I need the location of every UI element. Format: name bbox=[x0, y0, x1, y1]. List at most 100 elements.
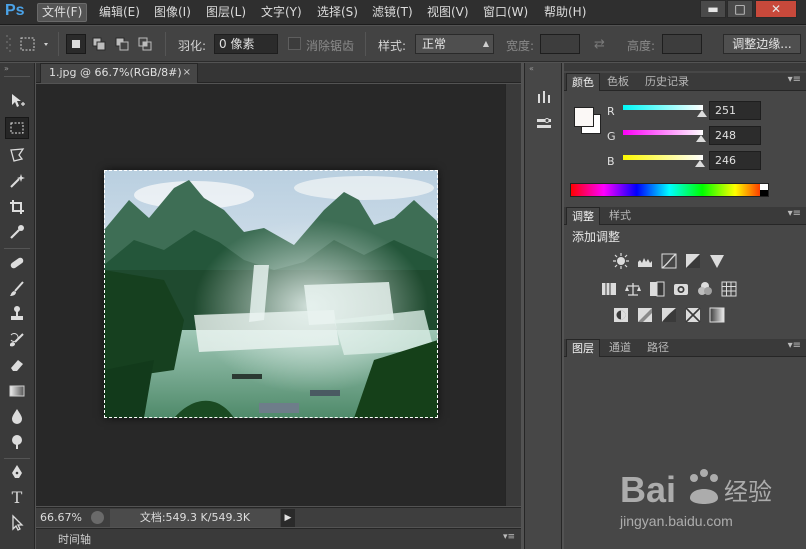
minimize-button[interactable]: ▬ bbox=[700, 0, 726, 18]
antialias-checkbox[interactable] bbox=[288, 37, 301, 50]
menu-edit[interactable]: 编辑(E) bbox=[95, 3, 144, 22]
red-slider[interactable] bbox=[623, 105, 707, 117]
menu-help[interactable]: 帮助(H) bbox=[540, 3, 590, 22]
selective-color-icon[interactable] bbox=[684, 307, 701, 323]
channel-mixer-icon[interactable] bbox=[696, 281, 713, 297]
brush-presets-icon[interactable] bbox=[532, 86, 556, 108]
timeline-bar: 时间轴 ▾≡ bbox=[36, 528, 521, 549]
threshold-icon[interactable] bbox=[660, 307, 677, 323]
menu-filter[interactable]: 滤镜(T) bbox=[368, 3, 417, 22]
menu-type[interactable]: 文字(Y) bbox=[257, 3, 306, 22]
menu-image[interactable]: 图像(I) bbox=[150, 3, 195, 22]
levels-icon[interactable] bbox=[636, 253, 653, 269]
photoshop-logo: Ps bbox=[5, 2, 25, 19]
history-brush-tool-icon[interactable] bbox=[5, 329, 29, 351]
refine-edge-button[interactable]: 调整边缘... bbox=[723, 34, 801, 54]
feather-input[interactable]: 0 像素 bbox=[214, 34, 278, 54]
tool-presets-icon[interactable] bbox=[532, 113, 556, 135]
clone-stamp-tool-icon[interactable] bbox=[5, 303, 29, 325]
path-selection-tool-icon[interactable] bbox=[5, 512, 29, 534]
document-image[interactable] bbox=[104, 170, 438, 418]
dodge-tool-icon[interactable] bbox=[5, 431, 29, 453]
menu-view[interactable]: 视图(V) bbox=[423, 3, 473, 22]
foreground-color-swatch-top[interactable] bbox=[574, 107, 594, 127]
menu-layer[interactable]: 图层(L) bbox=[202, 3, 250, 22]
black-swatch[interactable] bbox=[760, 190, 768, 196]
tab-paths[interactable]: 路径 bbox=[642, 339, 674, 357]
panel-menu-icon[interactable]: ▾≡ bbox=[788, 74, 801, 85]
blur-tool-icon[interactable] bbox=[5, 405, 29, 427]
separator bbox=[165, 32, 166, 56]
blue-slider[interactable] bbox=[623, 155, 706, 167]
tab-history[interactable]: 历史记录 bbox=[640, 73, 694, 91]
color-spectrum-bar[interactable] bbox=[570, 183, 769, 197]
panel-menu-icon[interactable]: ▾≡ bbox=[503, 532, 515, 542]
tab-color[interactable]: 颜色 bbox=[566, 73, 600, 91]
photo-filter-icon[interactable] bbox=[672, 281, 689, 297]
posterize-icon[interactable] bbox=[636, 307, 653, 323]
exposure-icon[interactable] bbox=[684, 253, 701, 269]
blue-value[interactable]: 246 bbox=[709, 151, 761, 170]
tool-preset-picker[interactable] bbox=[18, 35, 52, 56]
blue-slider-handle[interactable] bbox=[695, 160, 706, 167]
color-lookup-icon[interactable] bbox=[720, 281, 737, 297]
hue-saturation-icon[interactable] bbox=[600, 281, 617, 297]
menu-select[interactable]: 选择(S) bbox=[313, 3, 362, 22]
lasso-tool-icon[interactable] bbox=[5, 144, 29, 166]
green-slider[interactable] bbox=[623, 130, 706, 142]
panel-menu-icon[interactable]: ▾≡ bbox=[788, 208, 801, 219]
status-info-icon[interactable] bbox=[91, 511, 104, 524]
style-select[interactable]: 正常 ▲ bbox=[415, 34, 494, 54]
swap-dimensions-icon[interactable]: ⇄ bbox=[594, 37, 605, 52]
new-selection-icon[interactable] bbox=[66, 34, 86, 54]
feather-label: 羽化: bbox=[178, 39, 207, 53]
color-balance-icon[interactable] bbox=[624, 281, 641, 297]
green-value[interactable]: 248 bbox=[709, 126, 761, 145]
status-menu-arrow[interactable]: ▶ bbox=[281, 509, 295, 527]
subtract-from-selection-icon[interactable] bbox=[112, 34, 132, 54]
tab-swatches[interactable]: 色板 bbox=[602, 73, 634, 91]
type-tool-icon[interactable]: T bbox=[5, 486, 29, 508]
green-slider-handle[interactable] bbox=[695, 135, 706, 142]
red-value[interactable]: 251 bbox=[709, 101, 761, 120]
magic-wand-tool-icon[interactable] bbox=[5, 170, 29, 192]
curves-icon[interactable] bbox=[660, 253, 677, 269]
tab-styles[interactable]: 样式 bbox=[604, 207, 636, 225]
vertical-scrollbar[interactable] bbox=[505, 84, 521, 506]
width-input[interactable] bbox=[540, 34, 580, 54]
invert-icon[interactable] bbox=[612, 307, 629, 323]
eyedropper-tool-icon[interactable] bbox=[5, 221, 29, 243]
toolbar-divider bbox=[4, 458, 30, 459]
close-button[interactable]: ✕ bbox=[755, 0, 797, 18]
gradient-tool-icon[interactable] bbox=[5, 380, 29, 402]
crop-tool-icon[interactable] bbox=[5, 196, 29, 218]
intersect-selection-icon[interactable] bbox=[135, 34, 155, 54]
tab-timeline[interactable]: 时间轴 bbox=[44, 531, 104, 548]
menu-window[interactable]: 窗口(W) bbox=[479, 3, 532, 22]
adjustments-panel-header: 调整 样式 ▾≡ bbox=[564, 207, 806, 225]
document-tab[interactable]: 1.jpg @ 66.7%(RGB/8#) × bbox=[40, 63, 198, 83]
collapse-chevrons-icon[interactable]: « bbox=[529, 64, 534, 73]
tab-channels[interactable]: 通道 bbox=[604, 339, 636, 357]
maximize-button[interactable]: □ bbox=[727, 0, 753, 18]
eraser-tool-icon[interactable] bbox=[5, 354, 29, 376]
height-input[interactable] bbox=[662, 34, 702, 54]
move-tool-icon[interactable] bbox=[5, 90, 29, 112]
menu-file[interactable]: 文件(F) bbox=[37, 3, 88, 22]
brightness-contrast-icon[interactable] bbox=[612, 253, 629, 269]
spot-healing-brush-tool-icon[interactable] bbox=[5, 252, 29, 274]
collapse-chevrons-icon[interactable]: » bbox=[4, 64, 9, 73]
close-tab-icon[interactable]: × bbox=[183, 64, 191, 82]
tab-adjustments[interactable]: 调整 bbox=[566, 207, 600, 225]
rectangular-marquee-tool-icon[interactable] bbox=[5, 117, 29, 139]
panel-menu-icon[interactable]: ▾≡ bbox=[788, 340, 801, 351]
red-slider-handle[interactable] bbox=[696, 110, 707, 117]
vibrance-icon[interactable] bbox=[708, 253, 725, 269]
zoom-level[interactable]: 66.67% bbox=[40, 511, 82, 524]
add-to-selection-icon[interactable] bbox=[89, 34, 109, 54]
gradient-map-icon[interactable] bbox=[708, 307, 725, 323]
brush-tool-icon[interactable] bbox=[5, 278, 29, 300]
tab-layers[interactable]: 图层 bbox=[566, 339, 600, 357]
pen-tool-icon[interactable] bbox=[5, 461, 29, 483]
black-white-icon[interactable] bbox=[648, 281, 665, 297]
